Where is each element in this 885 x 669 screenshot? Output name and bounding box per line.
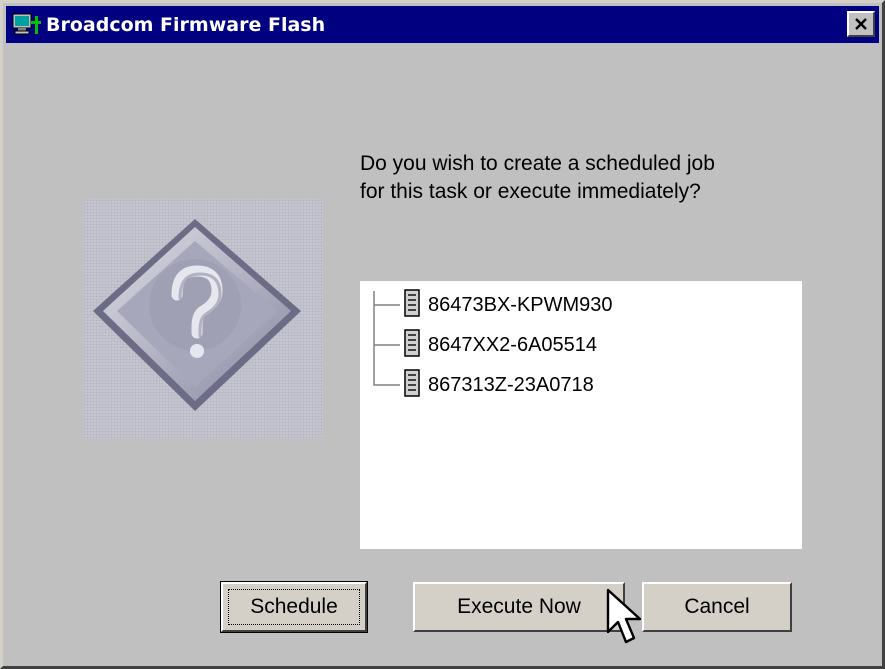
server-icon: [404, 328, 420, 362]
dialog-message: Do you wish to create a scheduled job fo…: [360, 150, 830, 206]
server-icon: [404, 288, 420, 322]
window-title: Broadcom Firmware Flash: [46, 13, 326, 36]
message-line: for this task or execute immediately?: [360, 180, 701, 203]
execute-now-button-label: Execute Now: [457, 595, 581, 618]
close-icon: [855, 18, 867, 30]
title-bar: Broadcom Firmware Flash: [6, 6, 879, 43]
tree-item[interactable]: 86473BX-KPWM930: [404, 285, 613, 325]
server-icon: [404, 368, 420, 402]
schedule-button-label: Schedule: [250, 595, 338, 618]
execute-now-button[interactable]: Execute Now: [413, 582, 625, 632]
message-line: Do you wish to create a scheduled job: [360, 152, 715, 175]
tree-item-label: 86473BX-KPWM930: [428, 293, 613, 316]
schedule-button[interactable]: Schedule: [220, 581, 368, 633]
server-tree[interactable]: 86473BX-KPWM930 8647XX2-6A05514 867313Z-…: [360, 281, 802, 549]
tree-item[interactable]: 867313Z-23A0718: [404, 365, 594, 405]
computer-network-icon: [10, 10, 44, 40]
question-diamond-icon: [83, 199, 323, 439]
tree-item-label: 8647XX2-6A05514: [428, 333, 598, 356]
cancel-button[interactable]: Cancel: [642, 582, 792, 632]
tree-item[interactable]: 8647XX2-6A05514: [404, 325, 597, 365]
tree-item-label: 867313Z-23A0718: [428, 373, 594, 396]
cancel-button-label: Cancel: [684, 595, 750, 618]
dialog-window: Broadcom Firmware Flash Do you wish to c…: [0, 0, 885, 669]
close-button[interactable]: [847, 11, 875, 37]
